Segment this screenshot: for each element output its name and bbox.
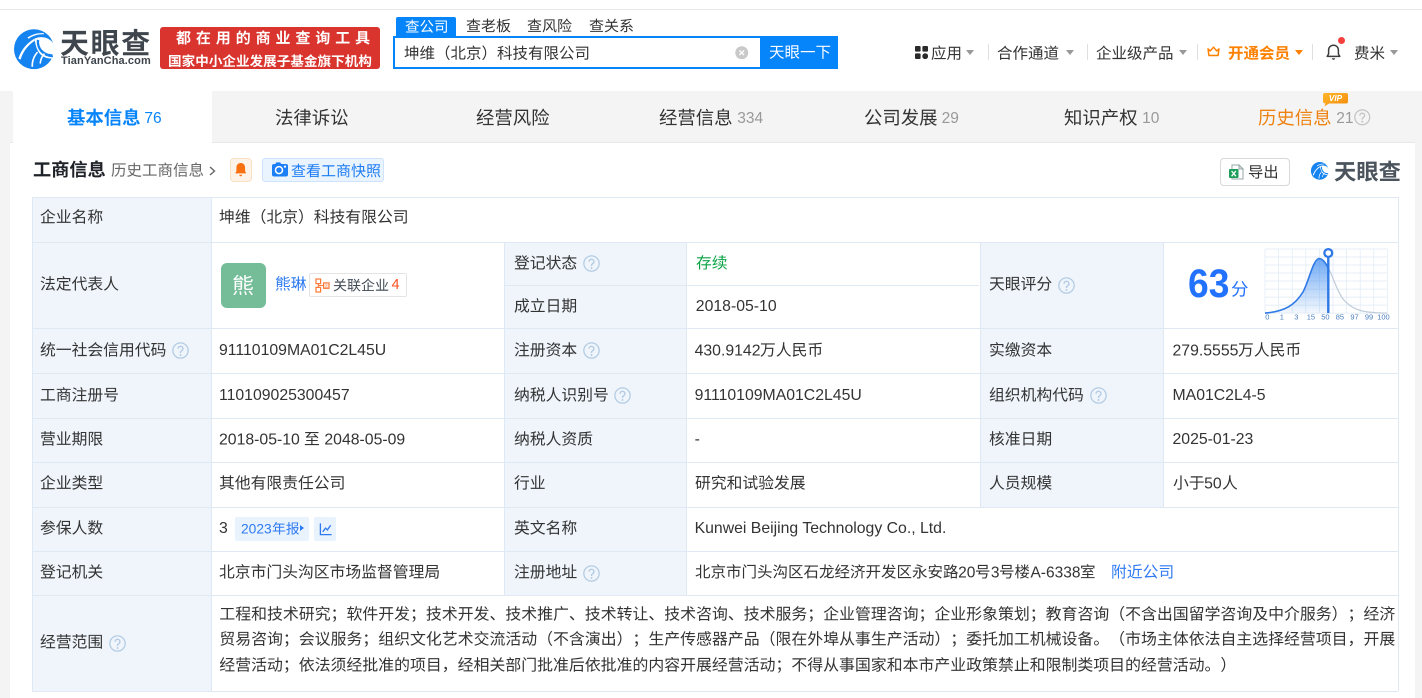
svg-text:1: 1	[1279, 313, 1283, 322]
svg-text:85: 85	[1335, 313, 1343, 322]
svg-text:97: 97	[1350, 313, 1358, 322]
svg-text:99: 99	[1364, 313, 1372, 322]
svg-text:50: 50	[1321, 313, 1329, 322]
svg-text:15: 15	[1306, 313, 1314, 322]
svg-text:0: 0	[1265, 313, 1269, 322]
svg-text:3: 3	[1294, 313, 1298, 322]
svg-text:VIP: VIP	[1329, 95, 1343, 104]
svg-text:100: 100	[1377, 313, 1390, 322]
